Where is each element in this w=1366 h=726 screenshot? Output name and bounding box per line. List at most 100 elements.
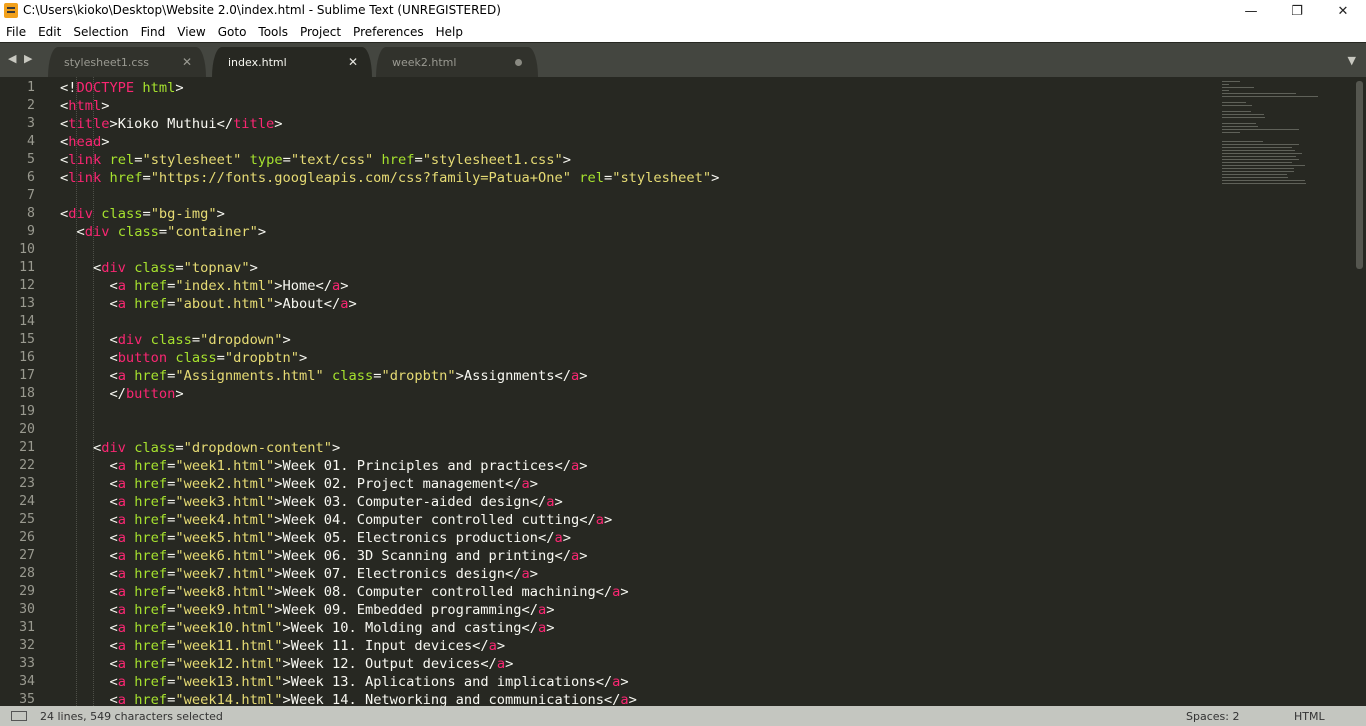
selection-status: 24 lines, 549 characters selected xyxy=(40,710,223,723)
minimap-line xyxy=(1222,96,1318,97)
code-token: class xyxy=(117,224,159,240)
menu-selection[interactable]: Selection xyxy=(67,22,134,42)
menu-find[interactable]: Find xyxy=(135,22,172,42)
code-token: a xyxy=(117,602,126,618)
code-line[interactable]: </button> xyxy=(60,385,183,403)
code-line[interactable]: <a href="Assignments.html" class="dropbt… xyxy=(60,367,587,385)
code-token: a xyxy=(521,566,530,582)
code-token: "week10.html" xyxy=(175,620,283,636)
minimap-line xyxy=(1222,105,1252,106)
code-token: class xyxy=(134,260,176,276)
code-token: > xyxy=(101,98,110,114)
menu-help[interactable]: Help xyxy=(430,22,469,42)
code-line[interactable]: <a href="week2.html">Week 02. Project ma… xyxy=(60,475,538,493)
code-token: < xyxy=(60,260,102,276)
code-token: > xyxy=(282,332,291,348)
line-number: 1 xyxy=(27,80,35,95)
code-line[interactable]: <div class="bg-img"> xyxy=(60,205,225,223)
code-line[interactable]: <div class="dropdown"> xyxy=(60,331,291,349)
menu-file[interactable]: File xyxy=(0,22,32,42)
code-line[interactable]: <a href="week11.html">Week 11. Input dev… xyxy=(60,637,505,655)
code-token: < xyxy=(60,566,118,582)
tab-list-dropdown-icon[interactable]: ▼ xyxy=(1348,54,1356,67)
unsaved-dot-icon[interactable] xyxy=(515,59,522,66)
menu-edit[interactable]: Edit xyxy=(32,22,67,42)
code-token: type xyxy=(249,152,283,168)
code-line[interactable]: <a href="about.html">About</a> xyxy=(60,295,356,313)
code-line[interactable]: <a href="week14.html">Week 14. Networkin… xyxy=(60,691,636,706)
line-number: 21 xyxy=(19,440,35,455)
menu-project[interactable]: Project xyxy=(294,22,347,42)
code-token: = xyxy=(216,350,225,366)
code-line[interactable]: <title>Kioko Muthui</title> xyxy=(60,115,283,133)
monitor-icon[interactable] xyxy=(11,711,27,721)
code-area[interactable]: <!DOCTYPE html> <html> <title>Kioko Muthui… xyxy=(60,77,1200,706)
minimize-button[interactable]: — xyxy=(1228,0,1274,22)
indentation-setting[interactable]: Spaces: 2 xyxy=(1186,710,1239,723)
scrollbar-thumb[interactable] xyxy=(1356,81,1363,269)
minimap-line xyxy=(1222,132,1240,133)
menu-view[interactable]: View xyxy=(171,22,211,42)
code-line[interactable]: <a href="week13.html">Week 13. Aplicatio… xyxy=(60,673,629,691)
code-line[interactable]: <a href="week8.html">Week 08. Computer c… xyxy=(60,583,628,601)
code-line[interactable]: <html> xyxy=(60,97,109,115)
menu-preferences[interactable]: Preferences xyxy=(347,22,430,42)
code-line[interactable]: <a href="week5.html">Week 05. Electronic… xyxy=(60,529,571,547)
code-line[interactable]: <a href="week12.html">Week 12. Output de… xyxy=(60,655,513,673)
code-line[interactable]: <div class="dropdown-content"> xyxy=(60,439,340,457)
code-line[interactable]: <a href="index.html">Home</a> xyxy=(60,277,348,295)
line-number-gutter: 1 2 3 4 5 6 7 8 9 10 11 12 13 14 15 16 17 18 19 20 21 22 23 24 2… xyxy=(0,77,44,706)
code-line[interactable]: <a href="week4.html">Week 04. Computer c… xyxy=(60,511,612,529)
minimap[interactable] xyxy=(1218,77,1348,706)
code-line[interactable]: <a href="week10.html">Week 10. Molding a… xyxy=(60,619,554,637)
menu-goto[interactable]: Goto xyxy=(212,22,253,42)
code-line[interactable]: <a href="week9.html">Week 09. Embedded p… xyxy=(60,601,554,619)
tab-stylesheet1-css[interactable]: stylesheet1.css ✕ xyxy=(48,47,206,77)
code-line[interactable]: <a href="week7.html">Week 07. Electronic… xyxy=(60,565,538,583)
code-editor[interactable]: 1 2 3 4 5 6 7 8 9 10 11 12 13 14 15 16 17 18 19 20 21 22 23 24 2… xyxy=(0,77,1366,706)
tab-close-icon[interactable]: ✕ xyxy=(182,55,192,69)
line-number: 19 xyxy=(19,404,35,419)
vertical-scrollbar[interactable] xyxy=(1353,77,1366,706)
line-number: 15 xyxy=(19,332,35,347)
code-token: div xyxy=(101,440,126,456)
code-line[interactable]: <link href="https://fonts.googleapis.com… xyxy=(60,169,719,187)
code-token: href xyxy=(134,584,168,600)
tab-week2-html[interactable]: week2.html xyxy=(376,47,538,77)
syntax-setting[interactable]: HTML xyxy=(1294,710,1325,723)
line-number: 5 xyxy=(27,152,35,167)
code-token: < xyxy=(60,224,85,240)
code-token: a xyxy=(117,674,126,690)
tab-nav-arrows-icon[interactable]: ◀ ▶ xyxy=(8,52,34,65)
tab-index-html[interactable]: index.html ✕ xyxy=(212,47,372,77)
code-token: > xyxy=(620,674,629,690)
code-token: "dropbtn" xyxy=(224,350,300,366)
code-line[interactable]: <link rel="stylesheet" type="text/css" h… xyxy=(60,151,571,169)
code-token: href xyxy=(134,602,168,618)
line-number: 30 xyxy=(19,602,35,617)
code-line[interactable]: <div class="topnav"> xyxy=(60,259,258,277)
code-line[interactable]: <!DOCTYPE html> xyxy=(60,79,184,97)
code-token: < xyxy=(60,638,118,654)
code-line[interactable]: <button class="dropbtn"> xyxy=(60,349,307,367)
code-line[interactable]: <a href="week1.html">Week 01. Principles… xyxy=(60,457,587,475)
maximize-button[interactable]: ❐ xyxy=(1274,0,1320,22)
code-token: < xyxy=(60,692,118,706)
tab-close-icon[interactable]: ✕ xyxy=(348,55,358,69)
code-token: title xyxy=(233,116,275,132)
code-line[interactable]: <a href="week3.html">Week 03. Computer-a… xyxy=(60,493,562,511)
code-token: "week13.html" xyxy=(175,674,283,690)
code-line[interactable]: <head> xyxy=(60,133,109,151)
code-line[interactable]: <div class="container"> xyxy=(60,223,266,241)
minimap-line xyxy=(1222,168,1294,169)
code-token: "dropdown-content" xyxy=(183,440,332,456)
minimap-line xyxy=(1222,102,1246,103)
code-line[interactable]: <a href="week6.html">Week 06. 3D Scannin… xyxy=(60,547,587,565)
code-token: a xyxy=(554,530,563,546)
minimap-line xyxy=(1222,114,1264,115)
close-button[interactable]: ✕ xyxy=(1320,0,1366,22)
menu-tools[interactable]: Tools xyxy=(252,22,294,42)
code-token: "week11.html" xyxy=(175,638,283,654)
